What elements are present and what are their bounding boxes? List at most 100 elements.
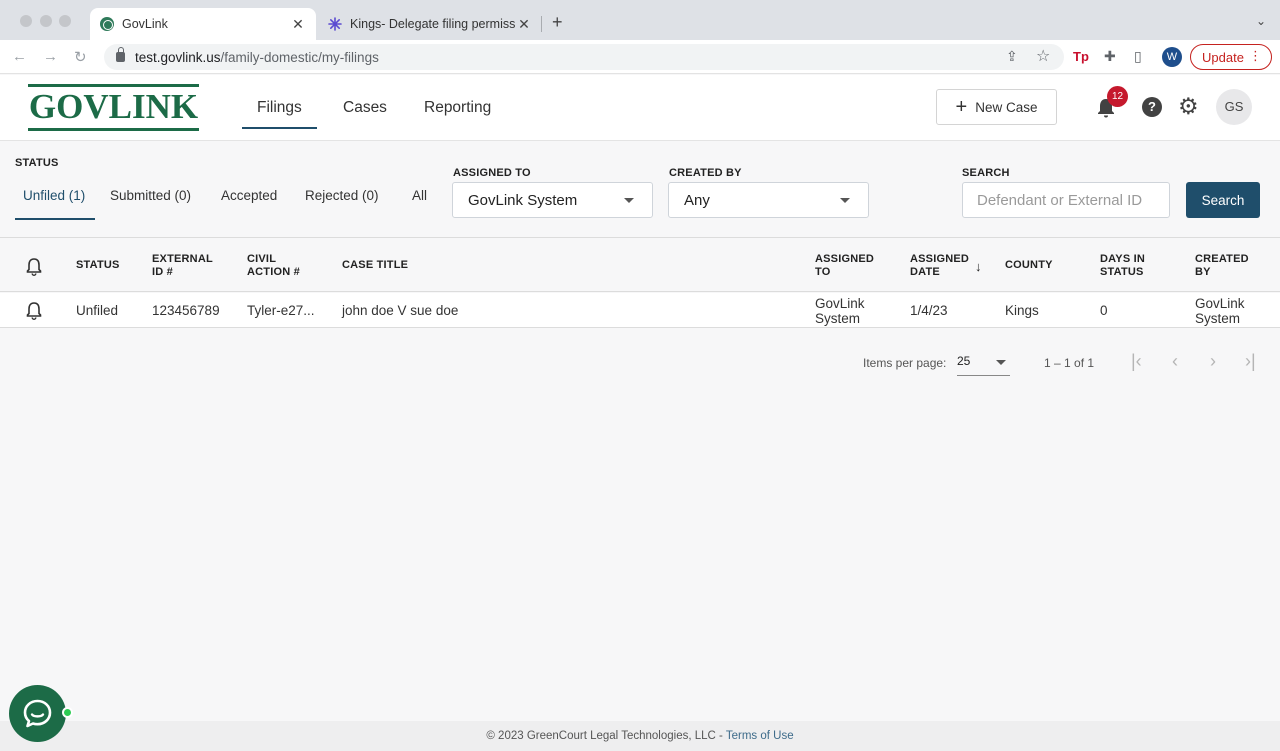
items-per-page-label: Items per page: (863, 356, 947, 370)
nav-reporting[interactable]: Reporting (424, 75, 491, 141)
bell-outline-icon[interactable] (25, 301, 43, 320)
cell-status: Unfiled (76, 303, 119, 318)
created-by-value: Any (684, 191, 710, 209)
chevron-down-icon[interactable]: ⌄ (1256, 14, 1266, 28)
address-bar[interactable]: test.govlink.us/family-domestic/my-filin… (104, 44, 1064, 70)
cell-case-title: john doe V sue doe (342, 303, 459, 318)
status-tab-submitted[interactable]: Submitted (0) (110, 188, 191, 203)
new-tab-icon[interactable]: + (552, 12, 563, 33)
items-per-page-value: 25 (957, 354, 971, 368)
help-icon[interactable]: ? (1142, 97, 1162, 117)
last-page-icon[interactable]: ›| (1245, 351, 1256, 372)
nav-filings[interactable]: Filings (242, 75, 317, 141)
govlink-favicon-icon (100, 17, 114, 31)
browser-tab-bar: GovLink ✕ Kings- Delegate filing permiss… (0, 0, 1280, 40)
extensions-puzzle-icon[interactable]: ✚ (1104, 48, 1116, 65)
bell-outline-icon (26, 258, 42, 276)
search-input[interactable] (962, 182, 1170, 218)
previous-page-icon[interactable]: ‹ (1172, 351, 1178, 372)
sort-descending-icon[interactable]: ↓ (975, 259, 982, 274)
status-tab-all[interactable]: All (412, 188, 427, 203)
gear-icon[interactable]: ⚙ (1178, 94, 1199, 118)
window-maximize-button[interactable] (59, 15, 71, 27)
column-header-days-in-status[interactable]: DAYS IN STATUS (1100, 239, 1162, 292)
close-tab-icon[interactable]: ✕ (290, 16, 306, 33)
table-header: STATUS EXTERNAL ID # CIVIL ACTION # CASE… (0, 239, 1280, 292)
user-avatar[interactable]: GS (1216, 89, 1252, 125)
close-tab-icon[interactable]: ✕ (516, 16, 532, 33)
govlink-logo[interactable]: GOVLINK (28, 84, 199, 131)
status-tab-unfiled[interactable]: Unfiled (1) (23, 188, 85, 203)
forward-icon[interactable]: → (43, 48, 58, 65)
profile-avatar[interactable]: W (1162, 47, 1182, 67)
assigned-to-label: ASSIGNED TO (453, 167, 531, 179)
app-header: GOVLINK Filings Cases Reporting + New Ca… (0, 75, 1280, 141)
nav-label: Filings (257, 99, 302, 116)
chat-bubble-icon (23, 699, 52, 728)
cell-assigned-to: GovLink System (815, 295, 865, 326)
update-button[interactable]: Update ⋮ (1190, 44, 1272, 70)
column-header-status[interactable]: STATUS (76, 239, 146, 292)
cell-county: Kings (1005, 303, 1039, 318)
new-case-button[interactable]: + New Case (936, 89, 1057, 125)
reload-icon[interactable]: ↻ (74, 48, 87, 66)
new-case-label: New Case (975, 99, 1038, 115)
column-header-assigned-date[interactable]: ASSIGNED DATE (910, 239, 974, 292)
window-close-button[interactable] (20, 15, 32, 27)
terms-of-use-link[interactable]: Terms of Use (726, 730, 794, 742)
search-label: SEARCH (962, 167, 1010, 179)
lock-icon (116, 47, 125, 62)
column-header-external-id[interactable]: EXTERNAL ID # (152, 239, 222, 292)
status-tab-rejected[interactable]: Rejected (0) (305, 188, 379, 203)
nav-cases[interactable]: Cases (343, 75, 387, 141)
assigned-to-value: GovLink System (468, 191, 578, 209)
status-filter-label: STATUS (15, 157, 59, 169)
cell-external-id: 123456789 (152, 303, 220, 318)
notification-count-badge: 12 (1107, 86, 1128, 107)
pagination-range: 1 – 1 of 1 (1044, 356, 1095, 370)
logo-text: GOVLINK (28, 87, 199, 126)
page-footer: © 2023 GreenCourt Legal Technologies, LL… (0, 721, 1280, 751)
column-header-created-by[interactable]: CREATED BY (1195, 239, 1265, 292)
bookmark-star-icon[interactable]: ☆ (1036, 46, 1050, 66)
next-page-icon[interactable]: › (1210, 351, 1216, 372)
cell-days-in-status: 0 (1100, 303, 1108, 318)
share-icon[interactable]: ⇪ (1006, 48, 1018, 65)
nav-label: Reporting (424, 99, 492, 116)
browser-tab-govlink[interactable]: GovLink ✕ (90, 8, 316, 40)
side-panel-icon[interactable]: ▯ (1134, 48, 1142, 65)
extension-tp-icon[interactable]: Tp (1073, 49, 1089, 64)
created-by-select[interactable]: Any (668, 182, 869, 218)
logo-bottom-rule (28, 128, 199, 131)
column-header-civil-action[interactable]: CIVIL ACTION # (247, 239, 317, 292)
column-header-county[interactable]: COUNTY (1005, 239, 1085, 292)
tab-title: GovLink (122, 17, 168, 31)
browser-toolbar: ← → ↻ test.govlink.us/family-domestic/my… (0, 40, 1280, 74)
update-label: Update (1202, 49, 1244, 65)
assigned-to-select[interactable]: GovLink System (452, 182, 653, 218)
copyright-text: © 2023 GreenCourt Legal Technologies, LL… (486, 730, 726, 742)
tab-divider (541, 16, 542, 32)
url-path: /family-domestic/my-filings (220, 49, 379, 65)
active-tab-indicator (15, 218, 95, 220)
column-header-assigned-to[interactable]: ASSIGNED TO (815, 239, 885, 292)
window-minimize-button[interactable] (40, 15, 52, 27)
first-page-icon[interactable]: |‹ (1131, 351, 1142, 372)
chat-widget-button[interactable] (9, 685, 73, 742)
sparkle-favicon-icon (328, 17, 342, 31)
cell-civil-action: Tyler-e27... (247, 303, 315, 318)
tab-title: Kings- Delegate filing permissi (350, 17, 516, 31)
column-header-case-title[interactable]: CASE TITLE (342, 239, 542, 292)
status-tab-accepted[interactable]: Accepted (221, 188, 277, 203)
table-row[interactable]: Unfiled 123456789 Tyler-e27... john doe … (0, 293, 1280, 328)
filter-bar: STATUS Unfiled (1) Submitted (0) Accepte… (0, 142, 1280, 238)
cell-assigned-date: 1/4/23 (910, 303, 948, 318)
more-vert-icon: ⋮ (1249, 48, 1262, 63)
back-icon[interactable]: ← (12, 48, 27, 65)
online-status-dot (62, 707, 73, 718)
browser-tab-kings[interactable]: Kings- Delegate filing permissi ✕ (318, 8, 542, 40)
dropdown-caret-icon (996, 360, 1006, 365)
nav-label: Cases (343, 99, 387, 116)
search-button[interactable]: Search (1186, 182, 1260, 218)
items-per-page-select[interactable]: 25 (957, 354, 1010, 376)
